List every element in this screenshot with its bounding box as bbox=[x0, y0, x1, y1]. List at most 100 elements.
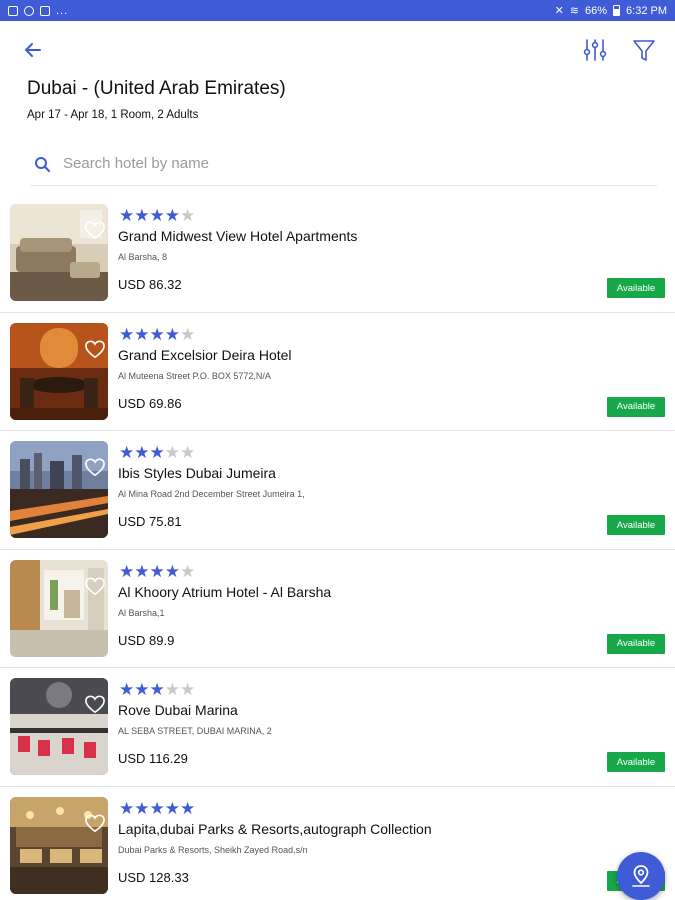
star-icon: ★ bbox=[119, 561, 135, 581]
hotel-name[interactable]: Rove Dubai Marina bbox=[118, 702, 238, 718]
star-icon: ★ bbox=[164, 443, 180, 463]
lounge-photo bbox=[10, 322, 108, 420]
hotel-name[interactable]: Al Khoory Atrium Hotel - Al Barsha bbox=[118, 584, 331, 600]
star-icon: ★ bbox=[164, 324, 180, 344]
battery-icon bbox=[613, 5, 621, 16]
heart-icon[interactable] bbox=[84, 576, 106, 596]
status-bar: ... ✕ ≋ 66% 6:32 PM bbox=[0, 0, 675, 21]
mute-icon: ✕ bbox=[554, 5, 564, 17]
funnel-icon bbox=[633, 40, 655, 61]
booking-summary: Apr 17 - Apr 18, 1 Room, 2 Adults bbox=[27, 109, 199, 121]
availability-badge: Available bbox=[607, 633, 665, 654]
hotel-card[interactable]: ★★★★★ Ibis Styles Dubai Jumeira Al Mina Ro… bbox=[0, 431, 675, 550]
star-rating: ★★★★★ bbox=[119, 799, 195, 819]
star-icon: ★ bbox=[180, 798, 196, 818]
city-night-photo bbox=[10, 441, 108, 539]
hotel-address: Al Barsha, 8 bbox=[118, 252, 168, 262]
hotel-photo[interactable] bbox=[10, 322, 108, 420]
star-icon: ★ bbox=[119, 798, 135, 818]
restaurant-photo bbox=[10, 678, 108, 776]
hotel-name[interactable]: Ibis Styles Dubai Jumeira bbox=[118, 465, 276, 481]
star-icon: ★ bbox=[180, 680, 196, 700]
hotel-price: USD 75.81 bbox=[118, 514, 182, 530]
clock: 6:32 PM bbox=[626, 4, 667, 17]
heart-icon[interactable] bbox=[84, 457, 106, 477]
battery-percent: 66% bbox=[585, 4, 608, 17]
hotel-card[interactable]: ★★★★★ Rove Dubai Marina AL SEBA STREET, DU… bbox=[0, 668, 675, 787]
search-input[interactable] bbox=[63, 149, 643, 177]
hotel-name[interactable]: Grand Excelsior Deira Hotel bbox=[118, 347, 292, 363]
hotel-address: Dubai Parks & Resorts, Sheikh Zayed Road… bbox=[118, 844, 308, 855]
star-rating: ★★★★★ bbox=[119, 206, 195, 226]
page-title: Dubai - (United Arab Emirates) bbox=[27, 78, 286, 99]
star-icon: ★ bbox=[119, 680, 135, 700]
star-icon: ★ bbox=[119, 443, 135, 463]
star-icon: ★ bbox=[164, 798, 180, 818]
availability-badge: Available bbox=[607, 278, 665, 298]
star-icon: ★ bbox=[180, 443, 196, 463]
hotel-name[interactable]: Lapita,dubai Parks & Resorts,autograph C… bbox=[118, 821, 432, 837]
star-icon: ★ bbox=[119, 206, 135, 225]
star-icon: ★ bbox=[180, 206, 196, 225]
hotel-address: AL SEBA STREET, DUBAI MARINA, 2 bbox=[118, 726, 272, 737]
hotel-photo[interactable] bbox=[10, 678, 108, 776]
heart-icon[interactable] bbox=[84, 694, 106, 714]
star-icon: ★ bbox=[149, 443, 165, 463]
star-icon: ★ bbox=[164, 561, 180, 581]
search-icon bbox=[35, 157, 51, 173]
back-button[interactable] bbox=[20, 37, 46, 63]
hotel-price: USD 116.29 bbox=[118, 751, 188, 767]
heart-icon[interactable] bbox=[84, 813, 106, 833]
star-icon: ★ bbox=[134, 561, 150, 581]
star-icon: ★ bbox=[149, 324, 165, 344]
header: Dubai - (United Arab Emirates) Apr 17 - … bbox=[0, 21, 675, 151]
hotel-address: Al Mina Road 2nd December Street Jumeira… bbox=[118, 489, 305, 500]
hotel-price: USD 86.32 bbox=[118, 277, 182, 292]
status-left: ... bbox=[8, 5, 68, 17]
hotel-card[interactable]: ★★★★★ Lapita,dubai Parks & Resorts,autogr… bbox=[0, 787, 675, 900]
hotel-card[interactable]: ★★★★★ Grand Midwest View Hotel Apartments… bbox=[0, 194, 675, 313]
star-rating: ★★★★★ bbox=[119, 443, 195, 463]
map-view-button[interactable] bbox=[617, 852, 665, 900]
star-icon: ★ bbox=[134, 443, 150, 463]
sort-options-button[interactable] bbox=[581, 36, 609, 64]
availability-badge: Available bbox=[607, 752, 665, 773]
map-pin-icon bbox=[632, 865, 650, 887]
hotel-photo[interactable] bbox=[10, 559, 108, 657]
arrow-left-icon bbox=[25, 43, 41, 57]
hotel-address: Al Barsha,1 bbox=[118, 607, 165, 618]
hotel-photo[interactable] bbox=[10, 441, 108, 539]
tune-sliders-icon bbox=[583, 39, 607, 61]
lobby-photo bbox=[10, 559, 108, 657]
star-icon: ★ bbox=[134, 798, 150, 818]
status-right: ✕ ≋ 66% 6:32 PM bbox=[554, 4, 667, 18]
star-icon: ★ bbox=[180, 561, 196, 581]
star-rating: ★★★★★ bbox=[119, 680, 195, 700]
search-bar bbox=[30, 141, 657, 186]
filter-button[interactable] bbox=[630, 36, 658, 64]
hotel-card[interactable]: ★★★★★ Grand Excelsior Deira Hotel Al Mutee… bbox=[0, 313, 675, 432]
star-icon: ★ bbox=[180, 324, 196, 344]
resort-photo bbox=[10, 796, 108, 894]
hotel-card[interactable]: ★★★★★ Al Khoory Atrium Hotel - Al Barsha A… bbox=[0, 550, 675, 669]
heart-icon[interactable] bbox=[84, 339, 106, 359]
sync-icon bbox=[24, 5, 34, 16]
more-notifications: ... bbox=[56, 4, 69, 17]
star-icon: ★ bbox=[149, 561, 165, 581]
heart-icon[interactable] bbox=[84, 220, 106, 240]
availability-badge: Available bbox=[607, 515, 665, 536]
gallery-icon bbox=[8, 5, 18, 16]
availability-badge: Available bbox=[607, 396, 665, 417]
wifi-icon: ≋ bbox=[569, 5, 579, 17]
star-icon: ★ bbox=[134, 206, 150, 225]
star-icon: ★ bbox=[119, 324, 135, 344]
living-room-photo bbox=[10, 204, 108, 301]
hotel-photo[interactable] bbox=[10, 796, 108, 894]
star-icon: ★ bbox=[149, 206, 165, 225]
star-icon: ★ bbox=[164, 680, 180, 700]
hotel-price: USD 128.33 bbox=[118, 869, 189, 885]
star-icon: ★ bbox=[149, 798, 165, 818]
star-icon: ★ bbox=[164, 206, 180, 225]
hotel-photo[interactable] bbox=[10, 204, 108, 301]
hotel-name[interactable]: Grand Midwest View Hotel Apartments bbox=[118, 228, 357, 244]
